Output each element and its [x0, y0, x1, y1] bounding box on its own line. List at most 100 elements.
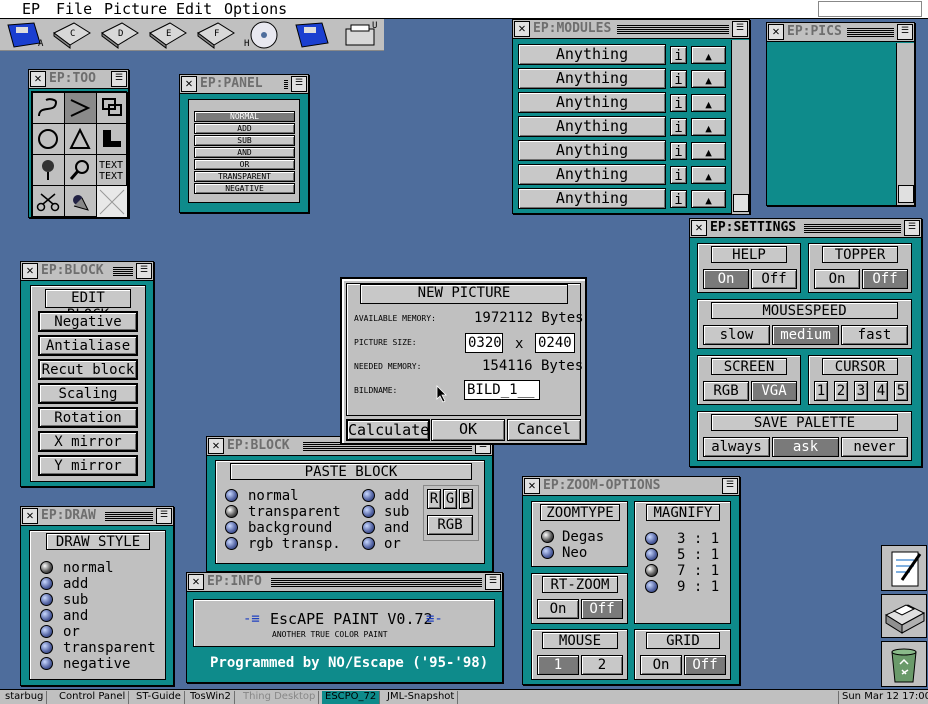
drive-d-icon[interactable]: D: [100, 21, 140, 49]
polygon-tool-icon[interactable]: [68, 127, 92, 151]
save-palette-always-button[interactable]: always: [703, 437, 770, 457]
channel-r-button[interactable]: R: [427, 489, 441, 509]
zoom-tool-icon[interactable]: [68, 158, 92, 182]
panel-item-sub[interactable]: SUB: [194, 135, 295, 146]
fullsize-icon[interactable]: ☰: [156, 508, 172, 524]
radio-neo[interactable]: [541, 546, 554, 559]
info-icon[interactable]: i: [670, 190, 687, 208]
floppy-a-icon[interactable]: A: [4, 21, 44, 49]
channel-b-button[interactable]: B: [459, 489, 473, 509]
close-icon[interactable]: ✕: [22, 263, 38, 279]
help-on-button[interactable]: On: [703, 269, 749, 289]
draw-style-window-titlebar[interactable]: ✕ EP:DRAW ☰: [21, 507, 173, 526]
radio-degas[interactable]: [541, 530, 554, 543]
module-slot[interactable]: Anything: [518, 188, 666, 209]
save-palette-never-button[interactable]: never: [841, 437, 908, 457]
trash-icon[interactable]: [881, 641, 927, 687]
radio-add[interactable]: [40, 577, 53, 590]
recut-block-button[interactable]: Recut block: [38, 359, 138, 380]
printer-icon[interactable]: [881, 594, 927, 638]
radio-sub[interactable]: [362, 505, 375, 518]
info-icon[interactable]: i: [670, 94, 687, 112]
tools-window-titlebar[interactable]: ✕ EP:TOO ☰: [29, 70, 128, 89]
panel-item-transparent[interactable]: TRANSPARENT: [194, 171, 295, 182]
radio-transparent[interactable]: [40, 641, 53, 654]
radio-magnify-7[interactable]: [645, 564, 658, 577]
radio-magnify-5[interactable]: [645, 548, 658, 561]
panel-item-or[interactable]: OR: [194, 159, 295, 170]
height-input[interactable]: [535, 333, 575, 353]
eject-icon[interactable]: ▲: [691, 46, 726, 64]
mouse-2-button[interactable]: 2: [581, 655, 623, 675]
fullsize-icon[interactable]: ☰: [485, 574, 501, 590]
radio-negative[interactable]: [40, 657, 53, 670]
eject-icon[interactable]: ▲: [691, 142, 726, 160]
menu-file[interactable]: File: [56, 0, 92, 19]
modules-scrollbar[interactable]: [731, 40, 749, 214]
zoom-options-window-titlebar[interactable]: ✕ EP:ZOOM-OPTIONS ☰: [523, 477, 739, 496]
cancel-button[interactable]: Cancel: [507, 419, 581, 441]
task-thing-desktop[interactable]: Thing Desktop: [240, 691, 320, 704]
fill-tool-icon[interactable]: [100, 127, 124, 151]
fullsize-icon[interactable]: ☰: [136, 263, 152, 279]
rectangle-tool-icon[interactable]: [100, 96, 124, 120]
info-icon[interactable]: i: [670, 118, 687, 136]
menu-picture[interactable]: Picture: [104, 0, 167, 19]
close-icon[interactable]: ✕: [181, 76, 197, 92]
line-tool-icon[interactable]: [68, 96, 92, 120]
radio-or[interactable]: [40, 625, 53, 638]
radio-and[interactable]: [40, 609, 53, 622]
resize-handle-icon[interactable]: [733, 194, 749, 212]
rtzoom-on-button[interactable]: On: [537, 599, 579, 619]
info-icon[interactable]: i: [670, 166, 687, 184]
radio-magnify-9[interactable]: [645, 580, 658, 593]
circle-tool-icon[interactable]: [36, 127, 60, 151]
scaling-button[interactable]: Scaling: [38, 383, 138, 404]
notepad-icon[interactable]: [881, 545, 927, 591]
task-toswin2[interactable]: TosWin2: [187, 691, 235, 704]
help-off-button[interactable]: Off: [751, 269, 797, 289]
eject-icon[interactable]: ▲: [691, 94, 726, 112]
task-st-guide[interactable]: ST-Guide: [133, 691, 185, 704]
airbrush-tool-icon[interactable]: [36, 158, 60, 182]
menu-ep[interactable]: EP: [22, 0, 40, 19]
drive-c-icon[interactable]: C: [52, 21, 92, 49]
eject-icon[interactable]: ▲: [691, 70, 726, 88]
cursor-2-button[interactable]: 2: [834, 381, 848, 401]
rotation-button[interactable]: Rotation: [38, 407, 138, 428]
module-slot[interactable]: Anything: [518, 140, 666, 161]
cursor-3-button[interactable]: 3: [854, 381, 868, 401]
close-icon[interactable]: ✕: [22, 508, 38, 524]
close-icon[interactable]: ✕: [188, 574, 204, 590]
curve-tool-icon[interactable]: [36, 96, 60, 120]
close-icon[interactable]: ✕: [30, 71, 46, 87]
x-mirror-button[interactable]: X mirror: [38, 431, 138, 452]
cursor-1-button[interactable]: 1: [814, 381, 828, 401]
eject-icon[interactable]: ▲: [691, 118, 726, 136]
fullsize-icon[interactable]: ☰: [897, 24, 913, 40]
info-icon[interactable]: i: [670, 142, 687, 160]
fullsize-icon[interactable]: ☰: [111, 71, 127, 87]
grid-on-button[interactable]: On: [640, 655, 682, 675]
radio-transparent[interactable]: [225, 505, 238, 518]
module-slot[interactable]: Anything: [518, 92, 666, 113]
screen-vga-button[interactable]: VGA: [751, 381, 797, 401]
panel-item-add[interactable]: ADD: [194, 123, 295, 134]
radio-magnify-3[interactable]: [645, 532, 658, 545]
info-window-titlebar[interactable]: ✕ EP:INFO ☰: [187, 573, 502, 592]
module-slot[interactable]: Anything: [518, 116, 666, 137]
floppy-icon[interactable]: [292, 21, 332, 49]
grid-off-button[interactable]: Off: [684, 655, 726, 675]
menu-options[interactable]: Options: [224, 0, 287, 19]
close-icon[interactable]: ✕: [768, 24, 784, 40]
scissors-tool-icon[interactable]: [36, 190, 60, 214]
task-control-panel[interactable]: Control Panel: [56, 691, 130, 704]
screen-rgb-button[interactable]: RGB: [703, 381, 749, 401]
panel-item-normal[interactable]: NORMAL: [194, 111, 295, 122]
mousespeed-slow-button[interactable]: slow: [703, 325, 770, 345]
radio-background[interactable]: [225, 521, 238, 534]
info-icon[interactable]: i: [670, 46, 687, 64]
eject-icon[interactable]: ▲: [691, 190, 726, 208]
radio-sub[interactable]: [40, 593, 53, 606]
cursor-5-button[interactable]: 5: [894, 381, 908, 401]
